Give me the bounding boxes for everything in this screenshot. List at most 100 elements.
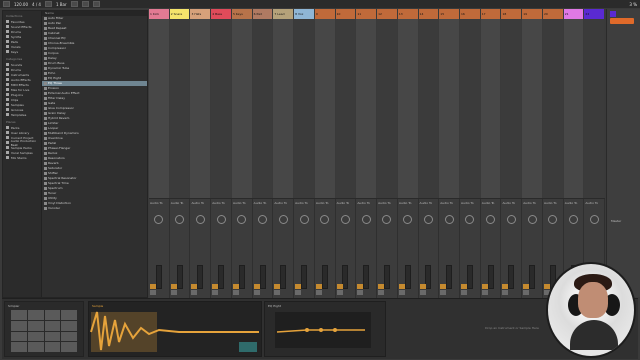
pan-knob[interactable] [361,215,371,224]
track-io-label[interactable]: Audio To [295,201,308,205]
track-activator-button[interactable] [378,284,385,289]
volume-fader[interactable] [321,265,328,289]
track-header[interactable]: 7 Lead [273,9,295,19]
track-header[interactable]: 21 [563,9,585,19]
track-io-label[interactable]: Audio To [337,201,350,205]
track-io-label[interactable]: Audio To [440,201,453,205]
solo-button[interactable] [523,290,530,295]
track-header[interactable]: 5 Keys [231,9,253,19]
track-io-label[interactable]: Audio To [212,201,225,205]
track-activator-button[interactable] [150,284,156,289]
pan-knob[interactable] [258,215,268,224]
volume-fader[interactable] [155,265,162,289]
solo-button[interactable] [212,290,219,295]
track-activator-button[interactable] [274,284,281,289]
track-header[interactable]: 10 [335,9,357,19]
track-io-label[interactable]: Audio To [274,201,287,205]
track-header[interactable]: 2 Snare [169,9,191,19]
track-io-label[interactable]: Audio To [357,201,370,205]
pan-knob[interactable] [154,215,164,224]
pan-knob[interactable] [506,215,516,224]
pan-knob[interactable] [175,215,185,224]
volume-fader[interactable] [197,265,204,289]
track-header[interactable]: 12 [377,9,398,19]
track-header[interactable]: 19 [522,9,543,19]
track-header[interactable]: 1 Kick [149,9,170,19]
pan-knob[interactable] [216,215,226,224]
pad[interactable] [44,320,61,331]
pad[interactable] [61,320,77,331]
pad[interactable] [44,342,61,352]
solo-button[interactable] [150,290,156,295]
track-io-label[interactable]: Audio To [461,201,474,205]
track-io-label[interactable]: Audio To [191,201,204,205]
track-header[interactable]: 17 [480,9,502,19]
track-header[interactable]: 16 [460,9,481,19]
pan-knob[interactable] [486,215,496,224]
pan-knob[interactable] [382,215,392,224]
track-header[interactable]: 6 Pad [252,9,274,19]
track-activator-button[interactable] [315,284,322,289]
eq-curve[interactable] [265,302,385,356]
pad[interactable] [27,342,44,352]
pad[interactable] [27,331,44,342]
pan-knob[interactable] [278,215,288,224]
track-activator-button[interactable] [170,284,177,289]
track-header[interactable]: 11 [356,9,378,19]
track-io-label[interactable]: Audio To [420,201,433,205]
solo-button[interactable] [461,290,468,295]
track-io-label[interactable]: Audio To [544,201,557,205]
track-activator-button[interactable] [253,284,260,289]
volume-fader[interactable] [446,265,453,289]
track-io-label[interactable]: Audio To [378,201,391,205]
pad[interactable] [11,310,27,320]
pad[interactable] [27,320,44,331]
tempo-display[interactable]: 120.00 [14,2,28,7]
pan-knob[interactable] [444,215,454,224]
solo-button[interactable] [253,290,260,295]
solo-button[interactable] [481,290,488,295]
solo-button[interactable] [357,290,364,295]
track-activator-button[interactable] [191,284,198,289]
track-io-label[interactable]: Audio To [482,201,495,205]
solo-button[interactable] [502,290,509,295]
pad[interactable] [11,331,27,342]
metronome-icon[interactable] [44,1,52,7]
volume-fader[interactable] [487,265,494,289]
track-activator-button[interactable] [523,284,530,289]
volume-fader[interactable] [363,265,370,289]
play-icon[interactable] [70,1,78,7]
pan-knob[interactable] [548,215,558,224]
pan-knob[interactable] [320,215,330,224]
browser-item[interactable]: Vocoder [42,206,147,211]
volume-fader[interactable] [466,265,473,289]
solo-button[interactable] [191,290,198,295]
pad[interactable] [44,331,61,342]
pad[interactable] [61,310,77,320]
track-activator-button[interactable] [212,284,219,289]
sample-display[interactable]: Sample [88,301,262,357]
pan-knob[interactable] [403,215,413,224]
pad[interactable] [11,342,27,352]
track-header[interactable]: 8 Vox [294,9,315,19]
pad[interactable] [11,320,27,331]
solo-button[interactable] [170,290,177,295]
volume-fader[interactable] [218,265,225,289]
solo-button[interactable] [274,290,281,295]
track-io-label[interactable]: Audio To [502,201,515,205]
track-header[interactable]: 3 Hats [190,9,212,19]
track-io-label[interactable]: Audio To [399,201,412,205]
track-activator-button[interactable] [481,284,488,289]
track-io-label[interactable]: Audio To [523,201,536,205]
track-header[interactable]: 22 [584,9,606,19]
volume-fader[interactable] [529,265,536,289]
volume-fader[interactable] [342,265,349,289]
solo-button[interactable] [440,290,447,295]
master-track-header[interactable] [610,18,634,24]
pad[interactable] [61,342,77,352]
solo-button[interactable] [336,290,343,295]
volume-fader[interactable] [280,265,287,289]
pan-knob[interactable] [527,215,537,224]
volume-fader[interactable] [301,265,307,289]
pad[interactable] [44,310,61,320]
